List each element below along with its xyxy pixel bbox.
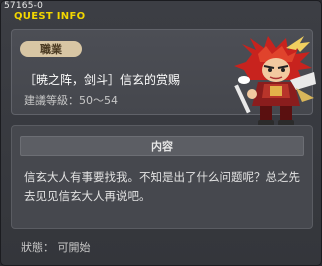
content-text: 信玄大人有事要找我。不知是出了什么问题呢？总之先去见见信玄大人再说吧。: [24, 170, 300, 203]
quest-title: ［暁之阵，剑斗］信玄的赏赐: [24, 73, 181, 87]
window-title: QUEST INFO: [14, 11, 86, 22]
job-badge: 職業: [20, 41, 82, 57]
recommended-level: 建議等級：50～54: [24, 94, 118, 107]
npc-portrait-icon: [234, 36, 316, 126]
quest-info-window: 57165-0 QUEST INFO 職業 ［暁之阵，剑斗］信玄的赏赐 建議等級…: [0, 0, 322, 266]
quest-header-panel: 職業 ［暁之阵，剑斗］信玄的赏赐 建議等級：50～54: [11, 29, 316, 126]
content-header: 内容: [20, 136, 304, 156]
quest-status: 狀態： 可開始: [21, 241, 91, 254]
quest-content-panel: 内容 信玄大人有事要找我。不知是出了什么问题呢？总之先去见见信玄大人再说吧。: [11, 125, 313, 229]
quest-id: 57165-0: [4, 1, 44, 11]
